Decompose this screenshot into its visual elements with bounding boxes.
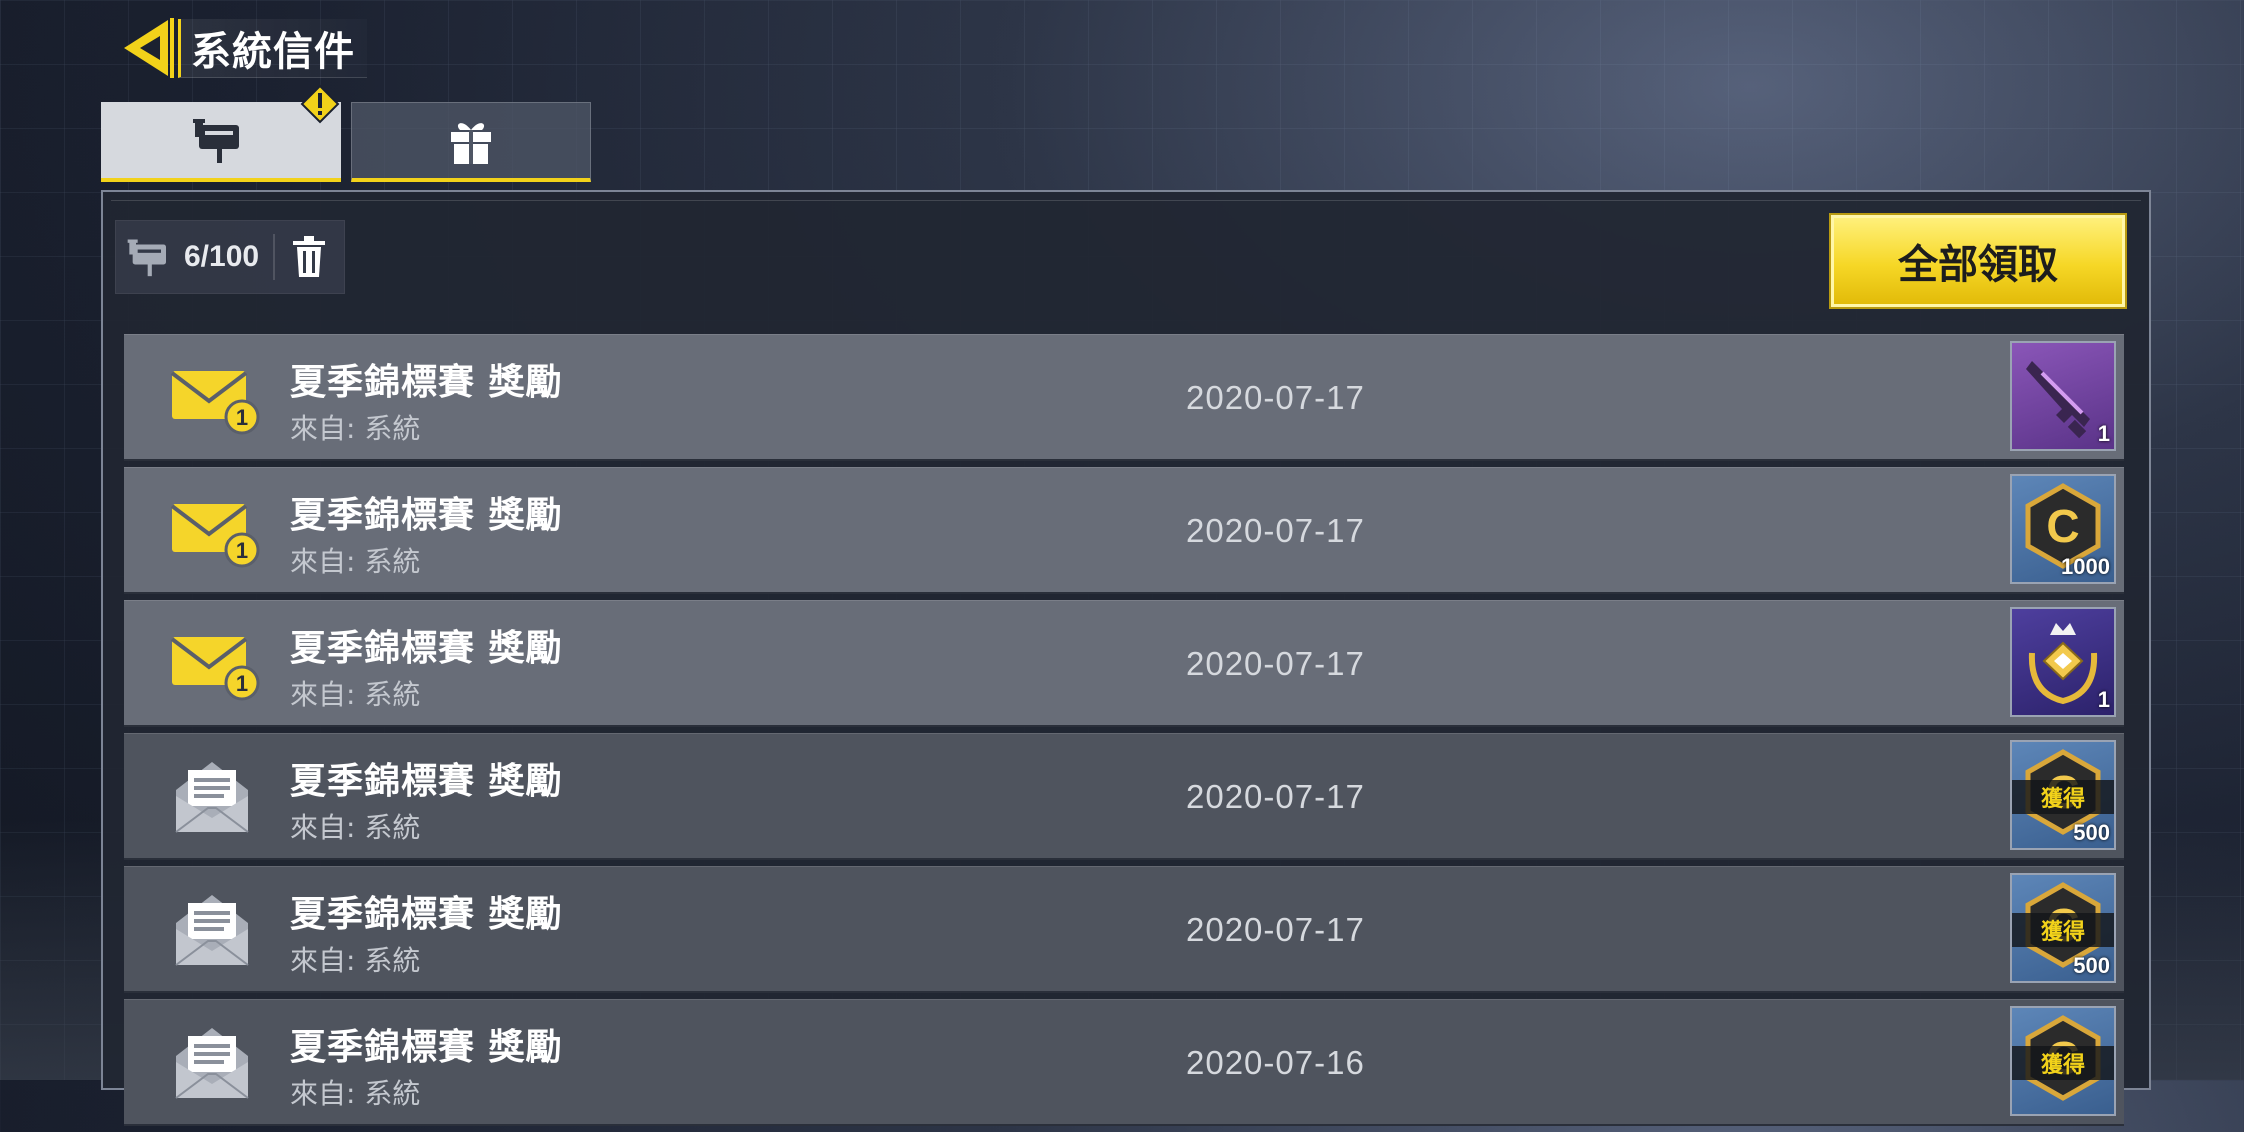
panel-divider bbox=[111, 200, 2141, 201]
back-button[interactable] bbox=[118, 16, 178, 80]
title-box: 系統信件 bbox=[178, 18, 367, 78]
mail-row[interactable]: 1 夏季錦標賽 獎勵來自: 系統 2020-07-17 1 bbox=[124, 600, 2124, 727]
delete-button[interactable] bbox=[287, 230, 331, 284]
reward-item[interactable]: C獲得 bbox=[2010, 1006, 2116, 1116]
mail-sender: 來自: 系統 bbox=[290, 412, 421, 445]
envelope-unread-icon: 1 bbox=[170, 504, 260, 568]
reward-item[interactable]: C獲得500 bbox=[2010, 873, 2116, 983]
mail-title: 夏季錦標賽 獎勵 bbox=[290, 362, 563, 403]
mail-panel: 6/100 全部領取 1 夏季錦標賽 獎勵 來自: 系統 2020-07-17 1 1… bbox=[101, 190, 2151, 1126]
claimed-tag: 獲得 bbox=[2012, 1046, 2114, 1080]
envelope-open-icon bbox=[168, 1022, 264, 1102]
mail-count: 6/100 bbox=[184, 240, 260, 273]
mail-row[interactable]: 1 夏季錦標賽 獎勵來自: 系統 2020-07-17 C 1000 bbox=[124, 467, 2124, 594]
mail-title: 夏季錦標賽 獎勵 bbox=[290, 1027, 563, 1068]
tab-gift[interactable] bbox=[351, 102, 591, 182]
envelope-open-icon bbox=[168, 889, 264, 969]
alert-badge-icon bbox=[300, 84, 340, 124]
envelope-unread-icon: 1 bbox=[170, 637, 260, 701]
envelope-unread-icon: 1 bbox=[168, 490, 264, 570]
mail-row[interactable]: 1 夏季錦標賽 獎勵來自: 系統 2020-07-17 1 bbox=[124, 334, 2124, 461]
mail-row[interactable]: 夏季錦標賽 獎勵來自: 系統 2020-07-16 C獲得 bbox=[124, 999, 2124, 1126]
mail-counter: 6/100 bbox=[115, 220, 345, 294]
reward-quantity: 500 bbox=[2073, 820, 2110, 845]
envelope-open-icon bbox=[175, 895, 249, 966]
reward-item[interactable]: 1 bbox=[2010, 341, 2116, 451]
mail-title: 夏季錦標賽 獎勵 bbox=[290, 894, 563, 935]
mail-sender: 來自: 系統 bbox=[290, 811, 421, 844]
claim-all-button[interactable]: 全部領取 bbox=[1829, 213, 2127, 309]
mail-title: 夏季錦標賽 獎勵 bbox=[290, 628, 563, 669]
mail-row[interactable]: 夏季錦標賽 獎勵來自: 系統2020-07-17C獲得500 bbox=[124, 866, 2124, 993]
envelope-unread-icon: 1 bbox=[168, 357, 264, 437]
mail-title: 夏季錦標賽 獎勵 bbox=[290, 761, 563, 802]
mail-sender: 來自: 系統 bbox=[290, 678, 421, 711]
gift-icon bbox=[451, 122, 491, 164]
reward-quantity: 1 bbox=[2097, 421, 2110, 446]
mail-date: 2020-07-17 bbox=[1186, 911, 1365, 948]
envelope-unread-icon: 1 bbox=[168, 623, 264, 703]
mail-date: 2020-07-17 bbox=[1186, 778, 1365, 815]
mailbox-icon bbox=[127, 239, 166, 277]
reward-quantity: 1000 bbox=[2061, 554, 2110, 579]
mail-date: 2020-07-17 bbox=[1186, 512, 1365, 549]
mail-list: 1 夏季錦標賽 獎勵 來自: 系統 2020-07-17 1 1 夏季錦標賽 獎勵 來自… bbox=[124, 334, 2124, 1132]
envelope-open-icon bbox=[175, 1028, 249, 1099]
unread-count: 1 bbox=[236, 538, 248, 563]
mail-row[interactable]: 夏季錦標賽 獎勵來自: 系統2020-07-17C獲得500 bbox=[124, 733, 2124, 860]
claimed-tag: 獲得 bbox=[2012, 913, 2114, 947]
unread-count: 1 bbox=[236, 405, 248, 430]
mailbox-icon bbox=[193, 119, 239, 163]
mail-date: 2020-07-17 bbox=[1186, 379, 1365, 416]
reward-quantity: 1 bbox=[2097, 687, 2110, 712]
counter-divider bbox=[273, 234, 276, 280]
reward-quantity: 500 bbox=[2073, 953, 2110, 978]
svg-text:C: C bbox=[2046, 500, 2079, 552]
envelope-open-icon bbox=[168, 756, 264, 836]
reward-item[interactable]: C獲得500 bbox=[2010, 740, 2116, 850]
envelope-unread-icon: 1 bbox=[170, 371, 260, 435]
mail-date: 2020-07-17 bbox=[1186, 645, 1365, 682]
envelope-open-icon bbox=[175, 762, 249, 833]
mail-sender: 來自: 系統 bbox=[290, 545, 421, 578]
mail-sender: 來自: 系統 bbox=[290, 944, 421, 977]
back-arrow-icon bbox=[124, 18, 174, 78]
page-header: 系統信件 bbox=[118, 16, 367, 80]
claimed-tag: 獲得 bbox=[2012, 780, 2114, 814]
reward-item[interactable]: C 1000 bbox=[2010, 474, 2116, 584]
page-title: 系統信件 bbox=[191, 28, 355, 75]
trash-icon bbox=[293, 236, 326, 277]
mail-title: 夏季錦標賽 獎勵 bbox=[290, 495, 563, 536]
mail-date: 2020-07-16 bbox=[1186, 1044, 1365, 1081]
unread-count: 1 bbox=[236, 671, 248, 696]
reward-item[interactable]: 1 bbox=[2010, 607, 2116, 717]
mail-sender: 來自: 系統 bbox=[290, 1077, 421, 1110]
